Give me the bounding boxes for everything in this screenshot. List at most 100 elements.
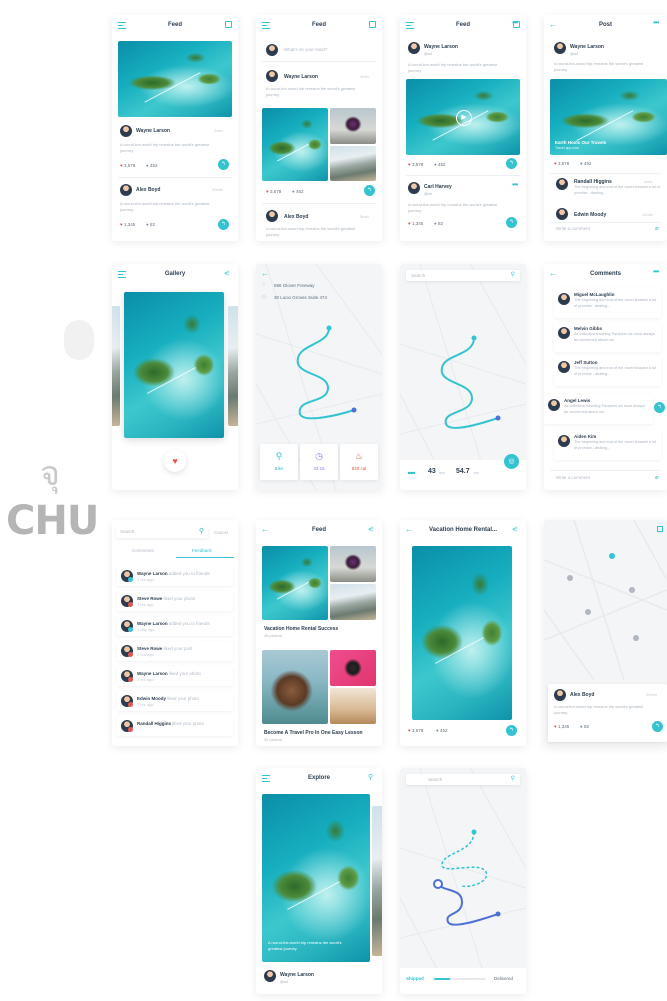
gallery-next-image[interactable] <box>228 306 238 426</box>
edit-icon[interactable] <box>657 526 663 532</box>
post-author[interactable]: Wayne Larson <box>136 128 170 134</box>
tab-feedback[interactable]: Feedback <box>192 548 212 553</box>
edit-icon[interactable] <box>369 21 376 28</box>
avatar[interactable] <box>558 293 570 305</box>
explore-image[interactable]: A round-the-world trip remains the world… <box>262 794 370 962</box>
origin-address[interactable]: 696 Glover Freeway <box>274 283 315 288</box>
like-button[interactable]: ♥ <box>164 450 186 472</box>
tab-comments[interactable]: Comments <box>132 548 154 553</box>
share-button[interactable]: ↰ <box>364 185 375 196</box>
comment-card[interactable]: Miguel McLaughlin The beginning and end … <box>554 288 661 318</box>
search-input[interactable]: Search <box>428 777 442 782</box>
notification-item[interactable]: Edwin Moody liked your photo 2 hrs ago <box>117 691 233 711</box>
avatar[interactable] <box>548 399 560 411</box>
avatar[interactable] <box>408 42 420 54</box>
locate-button[interactable]: ◎ <box>504 454 519 469</box>
share-button[interactable]: ↰ <box>652 721 663 732</box>
search-icon[interactable]: ⚲ <box>511 775 515 782</box>
comment-count[interactable]: ● 82 <box>580 724 589 729</box>
search-icon[interactable]: ⚲ <box>368 773 376 781</box>
notification-item[interactable]: Steve Rowe liked your post 2 hrs ago <box>117 641 233 661</box>
post-image[interactable] <box>262 108 328 181</box>
composer-input[interactable]: What's on your mind? <box>284 47 327 52</box>
gallery-prev-image[interactable] <box>112 306 120 426</box>
notification-user[interactable]: Steve Rowe <box>137 596 162 601</box>
comment-input[interactable]: Write a comment <box>556 226 590 231</box>
like-count[interactable]: ♥ 3,578 <box>408 162 423 167</box>
notification-user[interactable]: Edwin Moody <box>137 696 166 701</box>
notification-item[interactable]: Randall Higgins liked your photo <box>117 716 233 736</box>
post-image[interactable] <box>330 108 376 144</box>
search-input[interactable]: Search <box>411 273 425 278</box>
like-count[interactable]: ♥ 3,578 <box>554 161 569 166</box>
search-icon[interactable]: ⚲ <box>199 527 204 535</box>
post-author[interactable]: Wayne Larson <box>424 44 458 50</box>
comment-author[interactable]: Aiden Kim <box>574 434 596 439</box>
album-title[interactable]: Become A Travel Pro In One Easy Lesson <box>264 730 363 736</box>
vacation-image[interactable] <box>412 546 512 720</box>
time-tile[interactable]: ◷ 43:16 <box>300 444 338 480</box>
cancel-button[interactable]: Cancel <box>214 530 228 535</box>
avatar[interactable] <box>558 361 570 373</box>
album-photo[interactable] <box>330 650 376 686</box>
share-button[interactable]: ↰ <box>506 217 517 228</box>
album-photo[interactable] <box>330 688 376 724</box>
comment-card-swiped[interactable]: Angel Lewis As collective traveling Para… <box>544 394 653 424</box>
notification-user[interactable]: Wayne Larson <box>137 571 168 576</box>
album-photo[interactable] <box>262 546 328 620</box>
post-author[interactable]: Wayne Larson <box>284 74 318 80</box>
more-icon[interactable]: ••• <box>653 18 661 27</box>
reply-button[interactable]: ↰ <box>654 402 665 413</box>
comment-card[interactable]: Aiden Kim The beginning and end of the n… <box>554 430 661 460</box>
author-name[interactable]: Wayne Larson <box>280 972 314 978</box>
more-icon[interactable]: ••• <box>512 180 520 189</box>
post-author[interactable]: Wayne Larson <box>570 44 604 50</box>
map[interactable] <box>400 768 526 994</box>
notification-user[interactable]: Wayne Larson <box>137 671 168 676</box>
notification-item[interactable]: Wayne Larson added you to friends 2 hrs … <box>117 566 233 586</box>
avatar[interactable] <box>266 210 278 222</box>
like-count[interactable]: ♥ 1,345 <box>408 221 423 226</box>
share-button[interactable]: ↰ <box>218 219 229 230</box>
search-bar[interactable]: Search ⚲ <box>406 270 520 281</box>
more-icon[interactable]: ••• <box>512 18 520 27</box>
comment-count[interactable]: ● 452 <box>436 728 448 733</box>
avatar[interactable] <box>554 42 566 54</box>
share-button[interactable]: ↰ <box>506 725 517 736</box>
like-count[interactable]: ♥ 1,345 <box>120 222 135 227</box>
like-count[interactable]: ♥ 3,578 <box>266 189 281 194</box>
post-image[interactable]: Earth Hosts Our Travels Travel app.com <box>550 79 667 155</box>
notification-user[interactable]: Steve Rowe <box>137 646 162 651</box>
destination-address[interactable]: 30 Lucio Groves Suite 474 <box>274 295 327 300</box>
search-input[interactable]: Search <box>120 529 134 534</box>
attach-icon[interactable]: ⌀ <box>655 474 663 482</box>
notification-item[interactable]: Wayne Larson added you to friends 1 day … <box>117 616 233 636</box>
share-icon[interactable]: ⋞ <box>224 269 232 277</box>
avatar[interactable] <box>558 435 570 447</box>
share-icon[interactable]: ⋞ <box>368 525 376 533</box>
post-author[interactable]: Alex Boyd <box>136 187 160 193</box>
like-count[interactable]: ♥ 1,345 <box>554 724 569 729</box>
comment-author[interactable]: Jeff Sutton <box>574 360 598 365</box>
more-icon[interactable]: ••• <box>653 267 661 276</box>
avatar[interactable] <box>120 184 132 196</box>
comment-card[interactable]: Jeff Sutton The beginning and end of the… <box>554 356 661 386</box>
post-author[interactable]: Carl Harvey <box>424 184 452 190</box>
explore-next-image[interactable] <box>372 806 382 956</box>
avatar[interactable] <box>558 327 570 339</box>
notification-item[interactable]: Wayne Larson liked your photo 1 hrs ago <box>117 666 233 686</box>
album-photo[interactable] <box>330 584 376 620</box>
notification-item[interactable]: Steve Rowe liked your photo 3 hrs ago <box>117 591 233 611</box>
back-icon[interactable]: ← <box>261 269 271 278</box>
share-button[interactable]: ↰ <box>218 159 229 170</box>
post-author[interactable]: Alex Boyd <box>284 214 308 220</box>
comment-count[interactable]: ● 452 <box>434 162 446 167</box>
gallery-image[interactable] <box>124 292 224 438</box>
avatar[interactable] <box>264 970 276 982</box>
notification-user[interactable]: Randall Higgins <box>137 721 171 726</box>
post-video[interactable]: ▶ <box>406 79 520 155</box>
edit-icon[interactable] <box>225 21 232 28</box>
album-photo[interactable] <box>262 650 328 724</box>
post-author[interactable]: Alex Boyd <box>570 692 594 698</box>
avatar[interactable] <box>554 689 566 701</box>
